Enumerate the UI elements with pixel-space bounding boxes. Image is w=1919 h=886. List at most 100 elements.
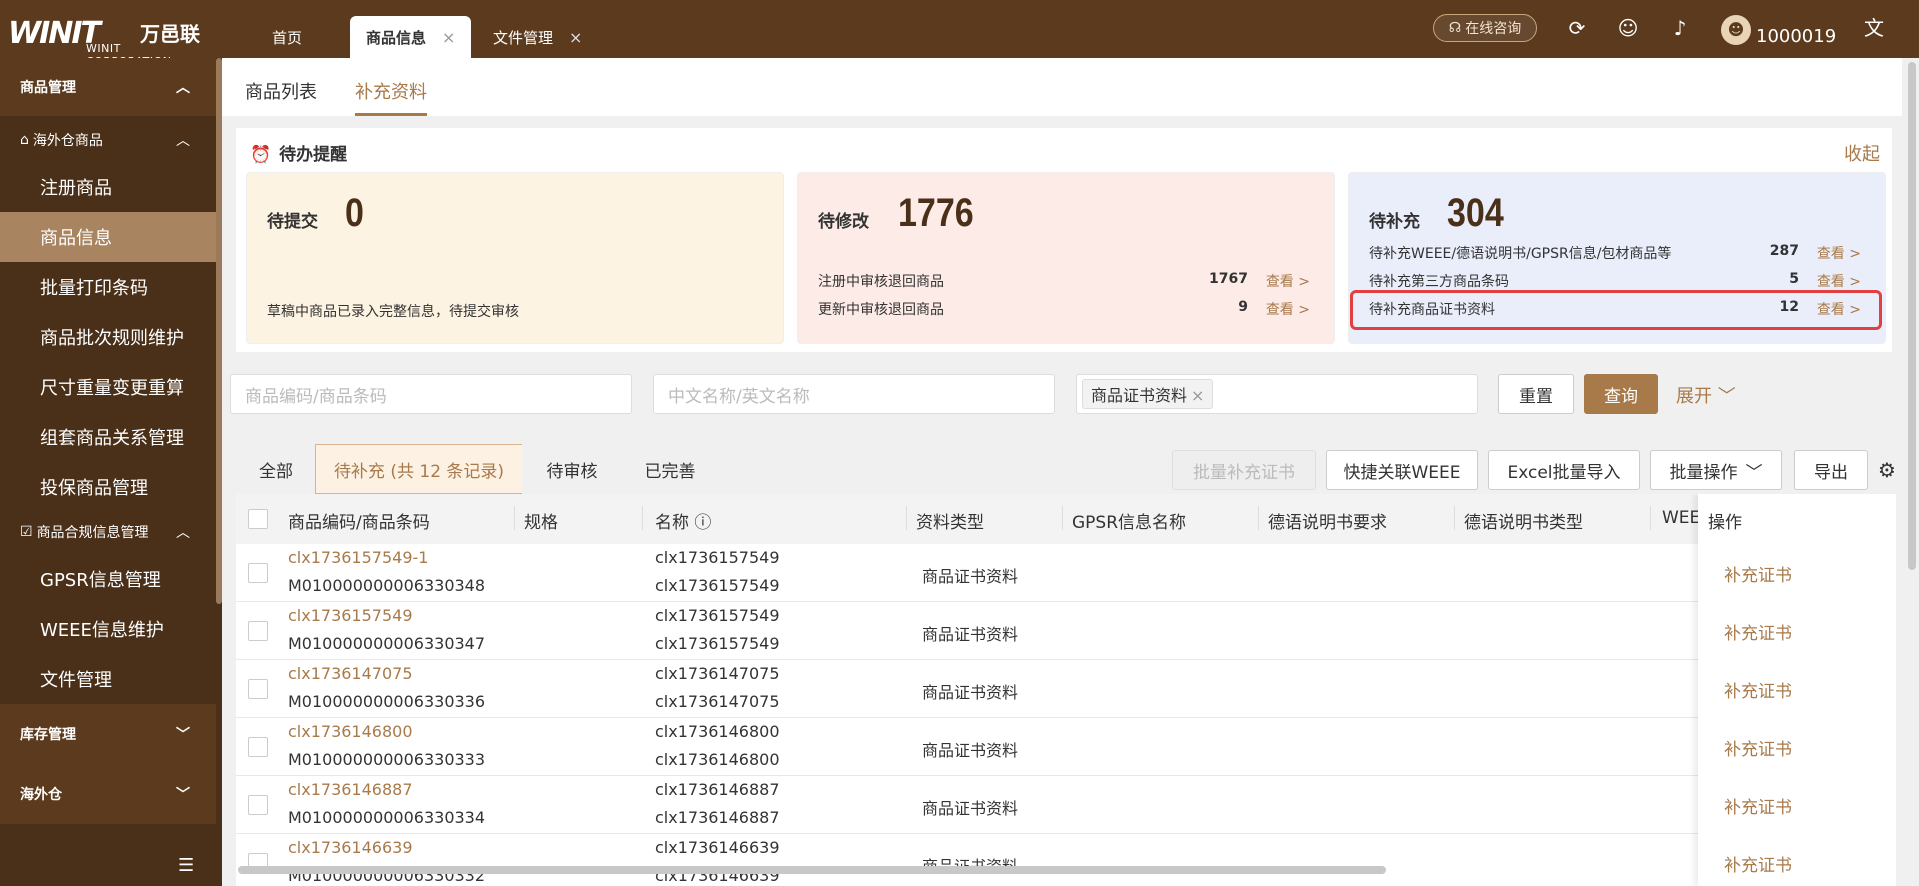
row-checkbox[interactable] — [248, 737, 268, 757]
tab-home[interactable]: 首页 — [256, 16, 318, 58]
view-link[interactable]: 查看 > — [1266, 271, 1310, 291]
product-table: 商品编码/商品条码 规格 名称 ⓘ 资料类型 GPSR信息名称 德语说明书要求 … — [236, 494, 1896, 886]
close-icon[interactable]: × — [569, 28, 582, 47]
row-checkbox[interactable] — [248, 621, 268, 641]
table-row: clx1736146800 M010000000006330333 clx17361… — [236, 718, 1896, 776]
supplement-cert-link[interactable]: 补充证书 — [1724, 735, 1792, 760]
subtabs: 商品列表 补充资料 — [222, 58, 1902, 116]
name-input[interactable]: 中文名称/英文名称 — [653, 374, 1055, 414]
chevron-down-icon: ﹀ — [1745, 462, 1763, 483]
product-code-link[interactable]: clx1736157549 — [288, 606, 413, 625]
online-consult-button[interactable]: ☊ 在线咨询 — [1433, 14, 1537, 42]
close-icon[interactable]: × — [442, 28, 455, 47]
view-link[interactable]: 查看 > — [1266, 299, 1310, 319]
view-link[interactable]: 查看 > — [1817, 271, 1861, 291]
sidebar-group-compliance[interactable]: ☑ 商品合规信息管理 ︿ — [0, 512, 216, 552]
product-code-link[interactable]: clx1736146800 — [288, 722, 413, 741]
product-code-link[interactable]: clx1736146639 — [288, 838, 413, 857]
todo-row: 注册中审核退回商品 1767 查看 > — [818, 271, 1310, 291]
sidebar-item-bundle[interactable]: 组套商品关系管理 — [0, 412, 216, 462]
table-row: clx1736147075 M010000000006330336 clx17361… — [236, 660, 1896, 718]
home-icon: ⌂ — [20, 132, 29, 148]
product-code-link[interactable]: clx1736157549-1 — [288, 548, 428, 567]
product-code-link[interactable]: clx1736146887 — [288, 780, 413, 799]
sidebar-group-overseas[interactable]: ⌂ 海外仓商品 ︿ — [0, 120, 216, 160]
sidebar-scrollbar[interactable] — [216, 58, 222, 604]
chevron-down-icon: ﹀ — [1717, 386, 1736, 407]
user-id[interactable]: 1000019 — [1756, 26, 1836, 47]
sidebar-item-batch-rules[interactable]: 商品批次规则维护 — [0, 312, 216, 362]
tab-completed[interactable]: 已完善 — [622, 444, 718, 494]
product-code-link[interactable]: clx1736147075 — [288, 664, 413, 683]
row-checkbox[interactable] — [248, 679, 268, 699]
sidebar-item-print-barcode[interactable]: 批量打印条码 — [0, 262, 216, 312]
expand-link[interactable]: 展开 ﹀ — [1676, 382, 1736, 408]
table-row: clx1736157549 M010000000006330347 clx17361… — [236, 602, 1896, 660]
sidebar-item-insurance[interactable]: 投保商品管理 — [0, 462, 216, 512]
sidebar-item-product-info[interactable]: 商品信息 — [0, 212, 216, 262]
row-checkbox[interactable] — [248, 563, 268, 583]
batch-operations-button[interactable]: 批量操作 ﹀ — [1650, 450, 1782, 490]
reset-button[interactable]: 重置 — [1498, 374, 1574, 414]
query-button[interactable]: 查询 — [1584, 374, 1658, 414]
sidebar-section-overseas-warehouse[interactable]: 海外仓 ﹀ — [0, 764, 216, 824]
smile-icon[interactable]: ☺ — [1616, 16, 1640, 40]
filter-chip[interactable]: 商品证书资料 × — [1082, 379, 1214, 409]
tab-pending-supplement[interactable]: 待补充 (共 12 条记录) — [315, 444, 523, 494]
code-input[interactable]: 商品编码/商品条码 — [230, 374, 632, 414]
tab-supplement[interactable]: 补充资料 — [355, 78, 427, 116]
tab-product-info[interactable]: 商品信息 × — [350, 16, 472, 58]
sidebar-item-recalc[interactable]: 尺寸重量变更重算 — [0, 362, 216, 412]
type-select[interactable]: 商品证书资料 × — [1076, 374, 1478, 414]
card-count: 0 — [345, 191, 364, 235]
row-checkbox[interactable] — [248, 795, 268, 815]
batch-supplement-button[interactable]: 批量补充证书 — [1172, 450, 1316, 490]
checkbox-icon: ☑ — [20, 524, 33, 540]
bell-icon[interactable]: ♪ — [1668, 16, 1692, 40]
horizontal-scrollbar[interactable] — [238, 866, 1386, 874]
supplement-cert-link[interactable]: 补充证书 — [1724, 851, 1792, 876]
view-link[interactable]: 查看 > — [1817, 243, 1861, 263]
table-header: 商品编码/商品条码 规格 名称 ⓘ 资料类型 GPSR信息名称 德语说明书要求 … — [236, 494, 1896, 544]
supplement-cert-link[interactable]: 补充证书 — [1724, 677, 1792, 702]
fold-link[interactable]: 收起 — [1844, 140, 1880, 166]
winit-logo[interactable]: WINIT 万邑联 WINIT CORPORATION — [8, 14, 208, 68]
tab-product-list[interactable]: 商品列表 — [245, 78, 317, 116]
excel-import-button[interactable]: Excel批量导入 — [1488, 450, 1640, 490]
avatar[interactable]: ☻ — [1721, 15, 1751, 45]
sidebar-section-product[interactable]: 商品管理 ︿ — [0, 58, 216, 116]
vertical-scrollbar[interactable] — [1908, 62, 1916, 570]
sidebar-item-weee[interactable]: WEEE信息维护 — [0, 604, 216, 654]
highlight-box — [1350, 290, 1882, 330]
operation-column: 操作 补充证书 补充证书 补充证书 补充证书 补充证书 补充证书 — [1698, 494, 1896, 886]
refresh-icon[interactable]: ⟳ — [1565, 16, 1589, 40]
tab-pending-review[interactable]: 待审核 — [522, 444, 622, 494]
close-icon[interactable]: × — [1191, 386, 1204, 405]
tab-all[interactable]: 全部 — [236, 444, 316, 494]
translate-icon[interactable]: 文 — [1862, 16, 1886, 40]
sidebar-item-files[interactable]: 文件管理 — [0, 654, 216, 704]
chevron-up-icon: ︿ — [176, 133, 190, 149]
todo-row: 待补充WEEE/德语说明书/GPSR信息/包材商品等 287 查看 > — [1369, 243, 1861, 263]
card-pending-modify[interactable]: 待修改 1776 注册中审核退回商品 1767 查看 > 更新中审核退回商品 9 查看 … — [797, 172, 1335, 344]
sidebar: 商品管理 ︿ ⌂ 海外仓商品 ︿ 注册商品 商品信息 批量打印条码 商品批次规则维护 … — [0, 58, 222, 886]
supplement-cert-link[interactable]: 补充证书 — [1724, 793, 1792, 818]
sidebar-item-gpsr[interactable]: GPSR信息管理 — [0, 554, 216, 604]
table-row: clx1736146887 M010000000006330334 clx17361… — [236, 776, 1896, 834]
name-header: 名称 ⓘ — [655, 513, 712, 533]
help-icon[interactable]: ⓘ — [694, 513, 711, 533]
link-weee-button[interactable]: 快捷关联WEEE — [1326, 450, 1478, 490]
collapse-menu-icon[interactable]: ☰ — [178, 855, 194, 876]
supplement-cert-link[interactable]: 补充证书 — [1724, 619, 1792, 644]
supplement-cert-link[interactable]: 补充证书 — [1724, 561, 1792, 586]
card-pending-submit[interactable]: 待提交 0 草稿中商品已录入完整信息，待提交审核 — [246, 172, 784, 344]
tab-file-management[interactable]: 文件管理 × — [477, 16, 598, 58]
table-row: clx1736157549-1 M010000000006330348 clx173… — [236, 544, 1896, 602]
table-row: clx1736146639 M010000000006330332 clx17361… — [236, 834, 1896, 886]
gear-icon[interactable]: ⚙ — [1878, 458, 1896, 482]
select-all-checkbox[interactable] — [248, 509, 268, 529]
chevron-down-icon: ﹀ — [176, 787, 190, 803]
sidebar-section-inventory[interactable]: 库存管理 ﹀ — [0, 704, 216, 764]
export-button[interactable]: 导出 — [1794, 450, 1868, 490]
sidebar-item-register[interactable]: 注册商品 — [0, 162, 216, 212]
